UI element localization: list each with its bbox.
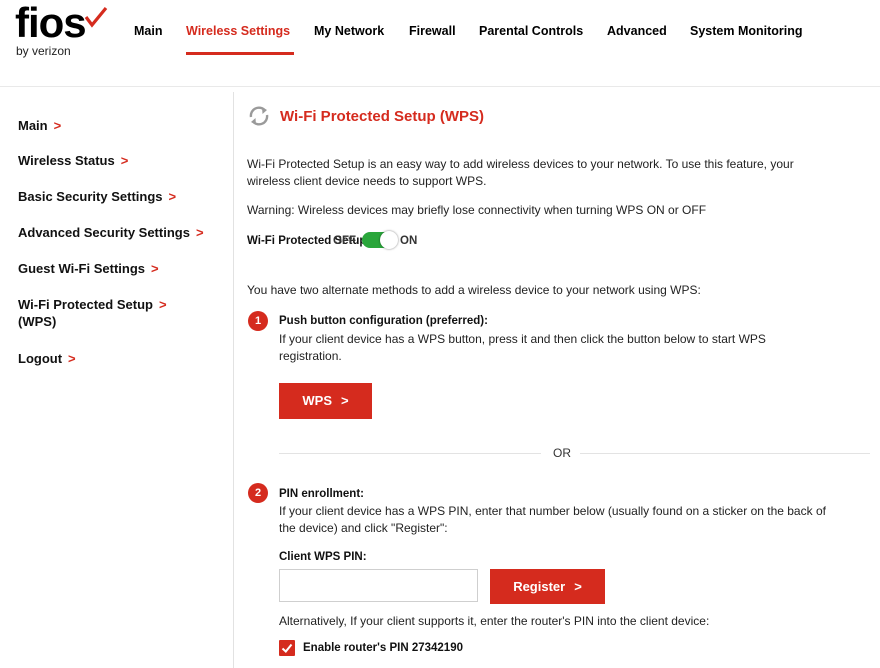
sidebar-item-label: Guest Wi-Fi Settings [18,261,145,276]
router-pin-label: Enable router's PIN 27342190 [303,642,463,654]
client-wps-pin-input[interactable] [279,569,478,602]
wps-button[interactable]: WPS > [279,383,372,419]
header-divider [0,86,880,87]
sidebar-item-wps[interactable]: Wi-Fi Protected Setup > (WPS) [18,296,167,330]
page-title: Wi-Fi Protected Setup (WPS) [280,108,485,125]
active-tab-underline [186,52,294,55]
chevron-right-icon: > [68,351,76,366]
method-2-desc-line-2: the device) and click "Register": [279,521,448,535]
sidebar-item-wireless-status[interactable]: Wireless Status > [18,152,128,169]
register-button-label: Register [513,579,566,594]
step-1-badge: 1 [248,311,268,331]
chevron-right-icon: > [341,393,349,408]
sidebar-item-basic-security[interactable]: Basic Security Settings > [18,188,176,205]
chevron-right-icon: > [120,153,129,168]
intro-text-line-2: wireless client device needs to support … [247,174,487,188]
toggle-on-label: ON [400,235,418,247]
chevron-right-icon: > [151,261,159,276]
method-1-title: Push button configuration (preferred): [279,315,488,327]
chevron-right-icon: > [168,189,177,204]
sidebar-item-label: Basic Security Settings [18,189,163,204]
logo-subtitle: by verizon [16,44,71,58]
method-2-desc-line-1: If your client device has a WPS PIN, ent… [279,504,826,518]
refresh-icon [249,106,269,126]
or-separator: OR [553,446,571,460]
wps-toggle-knob[interactable] [380,231,398,249]
nav-wireless-settings[interactable]: Wireless Settings [186,24,290,38]
chevron-right-icon: > [574,579,582,594]
intro-text-line-1: Wi-Fi Protected Setup is an easy way to … [247,157,794,171]
or-divider-right [580,453,870,454]
nav-advanced[interactable]: Advanced [607,24,667,38]
sidebar-item-label: Main [18,118,48,133]
nav-parental-controls[interactable]: Parental Controls [479,24,583,38]
sidebar-item-label: Advanced Security Settings [18,225,190,240]
sidebar-item-label: Wireless Status [18,153,115,168]
client-pin-label: Client WPS PIN: [279,551,367,563]
sidebar-item-main[interactable]: Main > [18,117,61,134]
chevron-right-icon: > [53,118,62,133]
nav-main[interactable]: Main [134,24,162,38]
wps-button-label: WPS [302,393,333,408]
methods-text: You have two alternate methods to add a … [247,283,701,297]
step-2-badge: 2 [248,483,268,503]
register-button[interactable]: Register > [490,569,605,604]
nav-firewall[interactable]: Firewall [409,24,456,38]
sidebar-item-label: Wi-Fi Protected Setup [18,297,153,312]
chevron-right-icon: > [195,225,204,240]
method-1-desc-line-1: If your client device has a WPS button, … [279,332,766,346]
sidebar-item-label: Logout [18,351,63,366]
sidebar-item-advanced-security[interactable]: Advanced Security Settings > [18,224,204,241]
router-pin-checkbox[interactable] [279,640,295,656]
sidebar-item-guest-wifi[interactable]: Guest Wi-Fi Settings > [18,260,159,277]
nav-system-monitoring[interactable]: System Monitoring [690,24,803,38]
sidebar-item-logout[interactable]: Logout > [18,350,76,367]
chevron-right-icon: > [158,297,167,312]
or-divider-left [279,453,541,454]
fios-logo: fios [15,0,87,46]
method-1-desc-line-2: registration. [279,349,342,363]
checkmark-icon [281,643,293,653]
toggle-off-label: OFF [333,235,356,247]
sidebar-item-label: (WPS) [18,314,57,329]
warning-text: Warning: Wireless devices may briefly lo… [247,203,707,217]
nav-my-network[interactable]: My Network [314,24,384,38]
alternative-text: Alternatively, If your client supports i… [279,614,710,628]
method-2-title: PIN enrollment: [279,488,364,500]
verizon-check-icon [84,6,108,28]
sidebar-divider [233,92,234,668]
